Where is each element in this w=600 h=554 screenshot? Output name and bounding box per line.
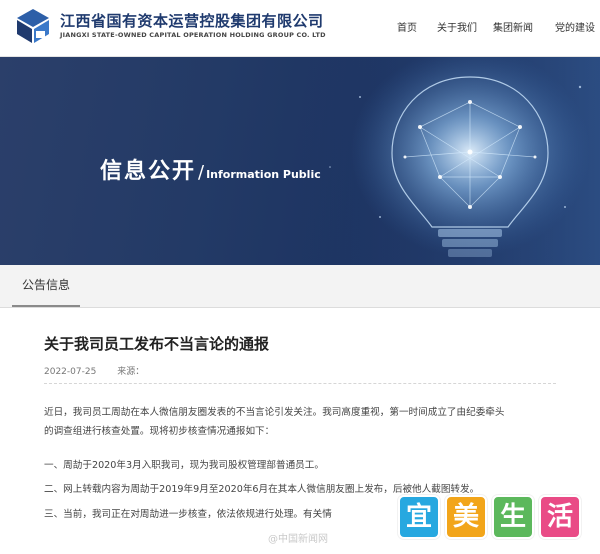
banner-title-cn: 信息公开 <box>100 159 197 184</box>
tab-announcements[interactable]: 公告信息 <box>12 265 81 307</box>
nav-about[interactable]: 关于我们 <box>437 19 477 34</box>
article-title: 关于我司员工发布不当言论的通报 <box>44 335 270 353</box>
article-paragraph: 一、周劼于2020年3月入职我司，现为我司股权管理部普通员工。 <box>44 460 324 471</box>
article-paragraph: 近日，我司员工周劼在本人微信朋友圈发表的不当言论引发关注。我司高度重视，第一时间… <box>44 407 505 418</box>
article-date: 2022-07-25 <box>44 367 97 377</box>
banner-title-separator: / <box>198 162 205 183</box>
nav-news[interactable]: 集团新闻 <box>493 19 533 34</box>
banner-title-en: Information Public <box>206 168 321 181</box>
hero-banner: 信息公开 / Information Public <box>0 57 600 265</box>
source-watermark: @中国新闻网 <box>268 534 328 545</box>
stamp-char: 活 <box>539 495 581 539</box>
article-divider <box>44 383 556 384</box>
article-paragraph: 的调查组进行核查处置。现将初步核查情况通报如下： <box>44 426 275 437</box>
site-header: 江西省国有资本运营控股集团有限公司 JIANGXI STATE-OWNED CA… <box>0 0 600 57</box>
main-nav: 首页 关于我们 集团新闻 党的建设 <box>0 19 600 35</box>
section-tab-bar: 公告信息 <box>0 265 600 308</box>
article-meta: 2022-07-25 来源： <box>44 364 162 377</box>
banner-title: 信息公开 / Information Public <box>100 153 321 185</box>
nav-party[interactable]: 党的建设 <box>555 19 595 34</box>
stamp-char: 美 <box>445 495 487 539</box>
stamp-char: 生 <box>492 495 534 539</box>
article-source-label: 来源： <box>117 367 145 377</box>
nav-home[interactable]: 首页 <box>397 19 417 34</box>
lifestyle-logo-stamp: 宜 美 生 活 <box>398 493 588 545</box>
stamp-char: 宜 <box>398 495 440 539</box>
